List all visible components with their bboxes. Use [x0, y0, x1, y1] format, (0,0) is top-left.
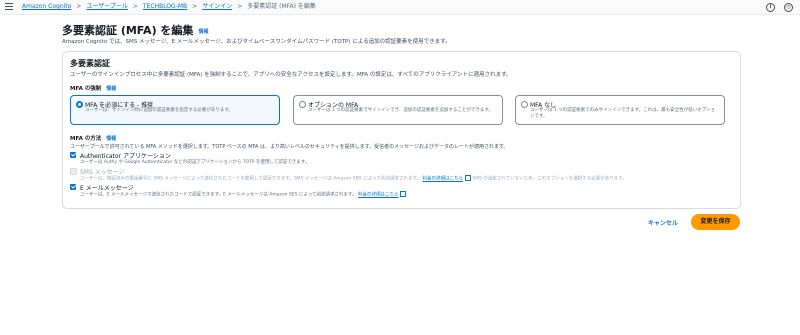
- email-pricing-link[interactable]: 料金の詳細はこちら: [358, 193, 399, 198]
- chevron-right-icon: >: [192, 3, 198, 10]
- sms-note-text: SMS が設定されていないため、このオプションを選択する必要があります。: [472, 176, 627, 182]
- email-description-text: ユーザーは、E メールメッセージで送信されたコードで認証できます。E メールメッ…: [80, 192, 357, 198]
- info-link[interactable]: 情報: [106, 136, 116, 142]
- panel-title: 多要素認証: [70, 59, 110, 68]
- option-mfa-required[interactable]: MFA を必須にする - 推奨 ユーザーは、サインイン時に追加の認証要素を指定す…: [70, 95, 280, 125]
- breadcrumb-cognito[interactable]: Amazon Cognito: [22, 3, 71, 10]
- mfa-panel: 多要素認証 ユーザーのサインインプロセス中に多要素認証 (MFA) を強制するこ…: [62, 51, 741, 209]
- mfa-methods-label-text: MFA の方法: [70, 136, 102, 142]
- checkbox-description: ユーザーは、E メールメッセージで送信されたコードで認証できます。E メールメッ…: [80, 191, 407, 198]
- option-mfa-optional[interactable]: オプションの MFA ユーザーは 1 つの認証要素でサインインでき、追加の認証要…: [293, 95, 503, 125]
- option-description: ユーザーは、サインイン時に追加の認証要素を指定する必要があります。: [85, 108, 233, 113]
- menu-icon[interactable]: [5, 3, 13, 10]
- mfa-enforcement-label-text: MFA の強制: [70, 86, 102, 92]
- sms-pricing-link[interactable]: 料金の詳細はこちら: [422, 177, 463, 182]
- option-no-mfa[interactable]: MFA なし ユーザーは 1 つの認証要素でのみサインインできます。これは、最も…: [515, 95, 725, 125]
- radio-selected-icon[interactable]: [76, 101, 83, 108]
- mfa-methods-description: ユーザープールで許可されている MFA メソッドを選択します。TOTP ベースの…: [70, 144, 509, 150]
- external-link-icon: [400, 191, 407, 197]
- info-link[interactable]: 情報: [106, 86, 116, 92]
- page-description: Amazon Cognito では、SMS メッセージ、E メールメッセージ、お…: [62, 39, 451, 45]
- cancel-button[interactable]: キャンセル: [648, 218, 678, 227]
- radio-icon[interactable]: [521, 101, 528, 108]
- radio-icon[interactable]: [299, 101, 306, 108]
- clock-icon[interactable]: ◷: [784, 3, 793, 12]
- checkbox-description: ユーザーは Authy や Google Authenticator などの認証…: [80, 160, 310, 165]
- page-title-text: 多要素認証 (MFA) を編集: [62, 24, 194, 37]
- chevron-right-icon: >: [76, 3, 82, 10]
- breadcrumb-pool-name[interactable]: TECHBLOG-MB: [143, 3, 187, 10]
- sms-description-text: ユーザーは、検証済みの電話番号に SMS メッセージによって送信されたコードを使…: [80, 176, 422, 182]
- panel-description: ユーザーのサインインプロセス中に多要素認証 (MFA) を強制することで、アプリ…: [70, 72, 512, 78]
- page-title: 多要素認証 (MFA) を編集 情報: [62, 22, 208, 38]
- option-description: ユーザーは 1 つの認証要素でサインインでき、追加の認証要素を追加することができ…: [308, 108, 493, 113]
- checkbox-description: ユーザーは、検証済みの電話番号に SMS メッセージによって送信されたコードを使…: [80, 175, 627, 182]
- option-description: ユーザーは 1 つの認証要素でのみサインインできます。これは、最も安全性が低いオ…: [530, 108, 716, 119]
- breadcrumb-user-pools[interactable]: ユーザープール: [86, 3, 128, 10]
- info-link[interactable]: 情報: [198, 29, 208, 35]
- mfa-methods-label: MFA の方法 情報: [70, 134, 116, 142]
- save-changes-button[interactable]: 変更を保存: [691, 214, 740, 230]
- info-circle-icon[interactable]: i: [766, 3, 775, 12]
- top-navigation-bar: Amazon Cognito > ユーザープール > TECHBLOG-MB > サインイン…: [0, 0, 800, 15]
- breadcrumb-sign-in[interactable]: サインイン: [202, 3, 232, 10]
- checkbox-checked-icon[interactable]: [70, 152, 76, 158]
- checkbox-disabled-icon: [70, 168, 77, 175]
- breadcrumb: Amazon Cognito > ユーザープール > TECHBLOG-MB > サインイン…: [22, 2, 316, 12]
- external-link-icon: [464, 175, 471, 181]
- mfa-enforcement-label: MFA の強制 情報: [70, 84, 116, 92]
- checkbox-checked-icon[interactable]: [70, 184, 76, 190]
- breadcrumb-current: 多要素認証 (MFA) を編集: [247, 3, 316, 10]
- chevron-right-icon: >: [132, 3, 138, 10]
- chevron-right-icon: >: [237, 3, 243, 10]
